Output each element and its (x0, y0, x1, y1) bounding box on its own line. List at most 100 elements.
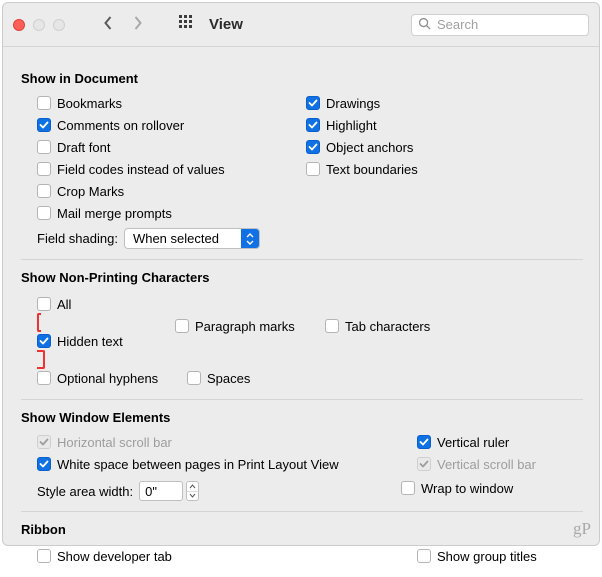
checkbox-label: Crop Marks (57, 184, 124, 199)
checkbox-tab-characters[interactable]: Tab characters (325, 315, 457, 337)
checkbox-drawings[interactable]: Drawings (306, 92, 583, 114)
section-title-show-in-document: Show in Document (21, 71, 583, 86)
checkbox-label: Paragraph marks (195, 319, 295, 334)
divider (21, 511, 583, 512)
checkbox-box[interactable] (306, 96, 320, 110)
zoom-window-button[interactable] (53, 19, 65, 31)
checkbox-field-codes-instead-of-values[interactable]: Field codes instead of values (37, 158, 306, 180)
stepper-down-icon[interactable] (187, 492, 198, 501)
checkbox-label: Drawings (326, 96, 380, 111)
watermark: gP (573, 519, 591, 539)
checkbox-show-group-titles[interactable]: Show group titles (417, 545, 583, 567)
checkbox-label: Field codes instead of values (57, 162, 225, 177)
section-title-ribbon: Ribbon (21, 522, 583, 537)
checkbox-box[interactable] (175, 319, 189, 333)
checkbox-label: Show group titles (437, 549, 537, 564)
checkbox-bookmarks[interactable]: Bookmarks (37, 92, 306, 114)
checkbox-box[interactable] (37, 549, 51, 563)
checkbox-label: Optional hyphens (57, 371, 158, 386)
section-title-non-printing: Show Non-Printing Characters (21, 270, 583, 285)
checkbox-paragraph-marks[interactable]: Paragraph marks (175, 315, 307, 337)
back-button[interactable] (103, 16, 114, 33)
style-area-width-stepper[interactable]: 0" (139, 481, 199, 501)
checkbox-draft-font[interactable]: Draft font (37, 136, 306, 158)
checkbox-text-boundaries[interactable]: Text boundaries (306, 158, 583, 180)
checkbox-hidden-text[interactable]: Hidden text (37, 330, 157, 352)
checkbox-box[interactable] (325, 319, 339, 333)
forward-button[interactable] (132, 16, 143, 33)
checkbox-box[interactable] (37, 457, 51, 471)
checkbox-horizontal-scroll-bar: Horizontal scroll bar (37, 431, 417, 453)
search-box[interactable] (411, 14, 589, 36)
stepper-up-icon[interactable] (187, 482, 198, 492)
checkbox-box[interactable] (37, 140, 51, 154)
checkbox-box[interactable] (306, 118, 320, 132)
checkbox-label: Mail merge prompts (57, 206, 172, 221)
field-shading-label: Field shading: (37, 231, 118, 246)
divider (21, 399, 583, 400)
checkbox-box[interactable] (37, 162, 51, 176)
checkbox-label: Bookmarks (57, 96, 122, 111)
checkbox-label: Vertical scroll bar (437, 457, 536, 472)
checkbox-box[interactable] (37, 206, 51, 220)
checkbox-object-anchors[interactable]: Object anchors (306, 136, 583, 158)
checkbox-box[interactable] (306, 140, 320, 154)
checkbox-box[interactable] (37, 96, 51, 110)
checkbox-vertical-scroll-bar: Vertical scroll bar (417, 453, 583, 475)
checkbox-box[interactable] (37, 184, 51, 198)
search-icon (418, 17, 431, 33)
dropdown-arrows-icon (241, 229, 259, 248)
divider (21, 259, 583, 260)
checkbox-box[interactable] (37, 118, 51, 132)
checkbox-label: Text boundaries (326, 162, 418, 177)
checkbox-box[interactable] (37, 371, 51, 385)
field-shading-select[interactable]: When selected (124, 228, 260, 249)
checkbox-label: Horizontal scroll bar (57, 435, 172, 450)
checkbox-box[interactable] (417, 435, 431, 449)
style-area-width-label: Style area width: (37, 484, 133, 499)
checkbox-all[interactable]: All (37, 293, 565, 315)
checkbox-box[interactable] (187, 371, 201, 385)
checkbox-box[interactable] (37, 334, 51, 348)
checkbox-label: Show developer tab (57, 549, 172, 564)
checkbox-show-developer-tab[interactable]: Show developer tab (37, 545, 417, 567)
section-title-window-elements: Show Window Elements (21, 410, 583, 425)
checkbox-highlight[interactable]: Highlight (306, 114, 583, 136)
checkbox-vertical-ruler[interactable]: Vertical ruler (417, 431, 583, 453)
window-title: View (209, 16, 243, 33)
checkbox-comments-on-rollover[interactable]: Comments on rollover (37, 114, 306, 136)
checkbox-wrap-to-window[interactable]: Wrap to window (401, 477, 583, 499)
checkbox-box[interactable] (417, 549, 431, 563)
checkbox-label: Draft font (57, 140, 110, 155)
checkbox-box[interactable] (306, 162, 320, 176)
checkbox-box (417, 457, 431, 471)
checkbox-label: Object anchors (326, 140, 413, 155)
checkbox-label: White space between pages in Print Layou… (57, 457, 339, 472)
highlight-box: Hidden text (37, 313, 175, 369)
traffic-lights (13, 19, 65, 31)
checkbox-label: All (57, 297, 71, 312)
content: Show in Document Bookmarks Comments on ro… (3, 47, 599, 577)
checkbox-label: Tab characters (345, 319, 430, 334)
show-all-icon[interactable] (179, 15, 195, 34)
style-area-width-value[interactable]: 0" (139, 481, 183, 501)
search-input[interactable] (435, 16, 582, 33)
toolbar: View (3, 3, 599, 47)
nav-arrows (103, 16, 143, 33)
checkbox-box[interactable] (37, 297, 51, 311)
stepper-buttons[interactable] (186, 481, 199, 501)
checkbox-optional-hyphens[interactable]: Optional hyphens (37, 367, 169, 389)
checkbox-box[interactable] (401, 481, 415, 495)
checkbox-white-space-between-pages[interactable]: White space between pages in Print Layou… (37, 453, 417, 475)
checkbox-box (37, 435, 51, 449)
checkbox-label: Comments on rollover (57, 118, 184, 133)
minimize-window-button[interactable] (33, 19, 45, 31)
field-shading-value: When selected (133, 231, 229, 246)
checkbox-label: Highlight (326, 118, 377, 133)
checkbox-label: Vertical ruler (437, 435, 509, 450)
checkbox-crop-marks[interactable]: Crop Marks (37, 180, 306, 202)
checkbox-mail-merge-prompts[interactable]: Mail merge prompts (37, 202, 306, 224)
checkbox-spaces[interactable]: Spaces (187, 367, 319, 389)
close-window-button[interactable] (13, 19, 25, 31)
checkbox-label: Spaces (207, 371, 250, 386)
